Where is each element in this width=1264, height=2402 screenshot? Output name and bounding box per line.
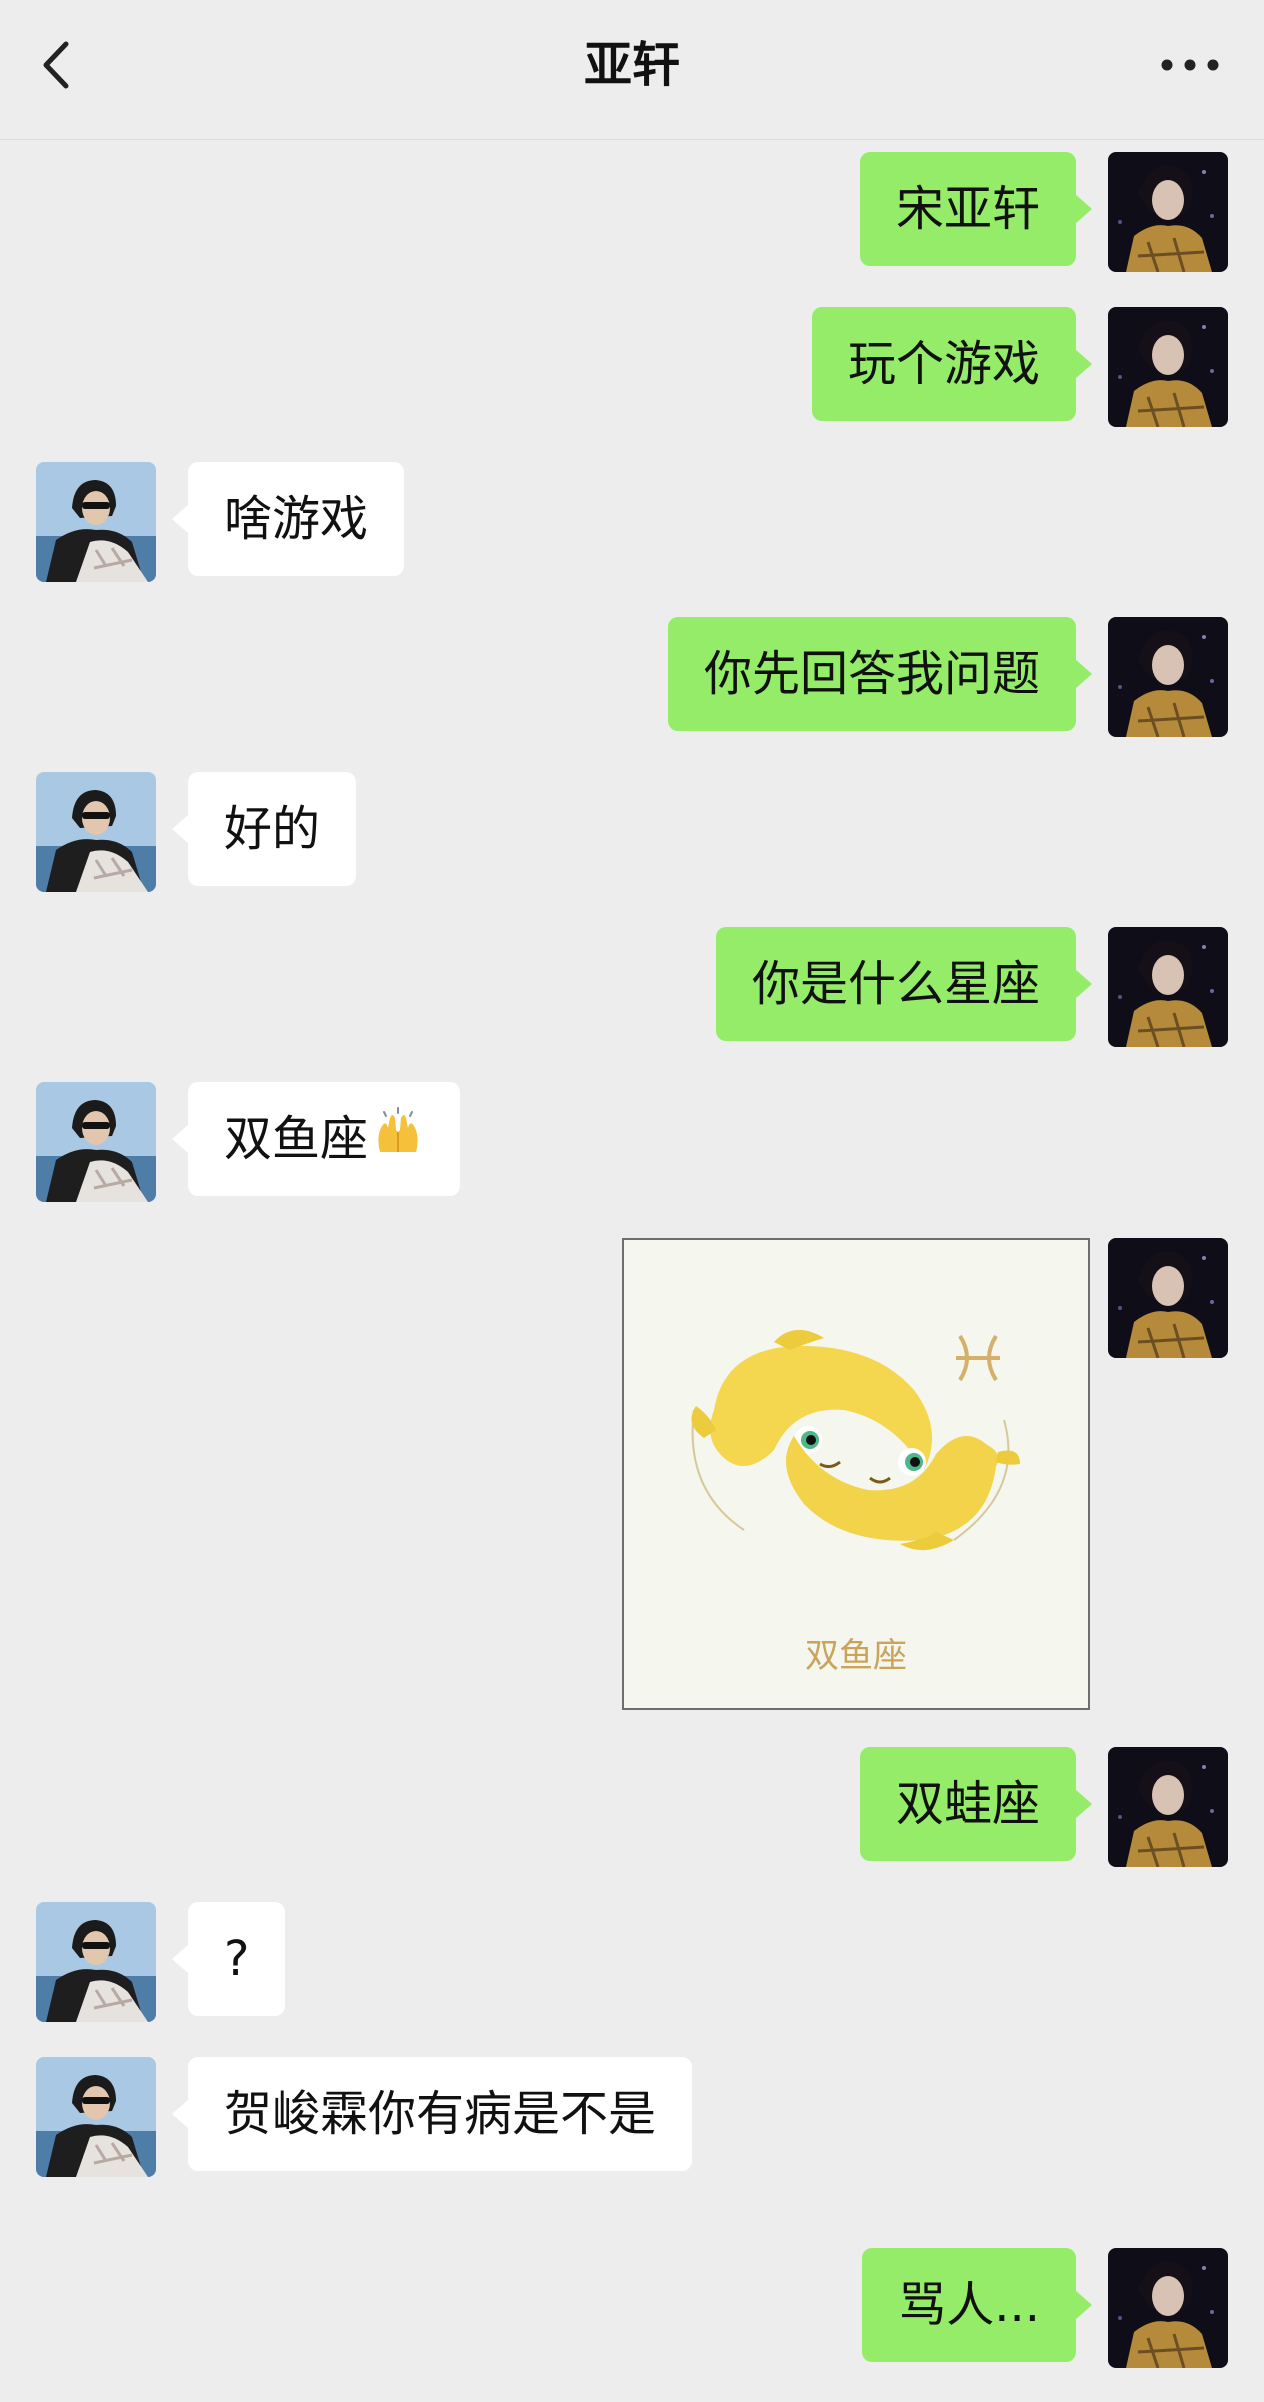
message-bubble-sent[interactable]: 双蛙座 — [859, 1747, 1093, 1861]
message-bubble-received[interactable]: 双鱼座 — [171, 1082, 461, 1199]
contact-avatar[interactable] — [36, 462, 156, 582]
message-bubble-sent[interactable]: 骂人... — [862, 2248, 1092, 2362]
raising-hands-emoji-icon — [372, 1085, 424, 1199]
contact-avatar[interactable] — [36, 1082, 156, 1202]
message-bubble-received[interactable]: ? — [171, 1902, 286, 2016]
contact-avatar[interactable] — [36, 2057, 156, 2177]
message-text: 双鱼座 — [224, 1111, 369, 1167]
my-avatar[interactable] — [1108, 1238, 1228, 1358]
pisces-fish-illustration — [691, 1329, 1020, 1551]
contact-avatar[interactable] — [36, 1902, 156, 2022]
image-message[interactable]: 双鱼座 — [622, 1238, 1090, 1710]
my-avatar[interactable] — [1108, 927, 1228, 1047]
message-bubble-sent[interactable]: 你是什么星座 — [715, 927, 1093, 1041]
my-avatar[interactable] — [1108, 2248, 1228, 2368]
message-bubble-sent[interactable]: 玩个游戏 — [811, 307, 1093, 421]
more-options-button[interactable] — [1155, 40, 1225, 90]
chat-header: 亚轩 — [0, 0, 1264, 140]
message-bubble-sent[interactable]: 宋亚轩 — [859, 152, 1093, 266]
message-bubble-sent[interactable]: 你先回答我问题 — [667, 617, 1093, 731]
message-bubble-received[interactable]: 好的 — [171, 772, 357, 886]
message-bubble-received[interactable]: 贺峻霖你有病是不是 — [171, 2057, 693, 2171]
my-avatar[interactable] — [1108, 1747, 1228, 1867]
chat-title: 亚轩 — [583, 37, 680, 93]
message-bubble-received[interactable]: 啥游戏 — [171, 462, 405, 576]
contact-avatar[interactable] — [36, 772, 156, 892]
my-avatar[interactable] — [1108, 152, 1228, 272]
my-avatar[interactable] — [1108, 307, 1228, 427]
image-caption: 双鱼座 — [805, 1636, 907, 1676]
ellipsis-icon — [1161, 59, 1219, 71]
my-avatar[interactable] — [1108, 617, 1228, 737]
